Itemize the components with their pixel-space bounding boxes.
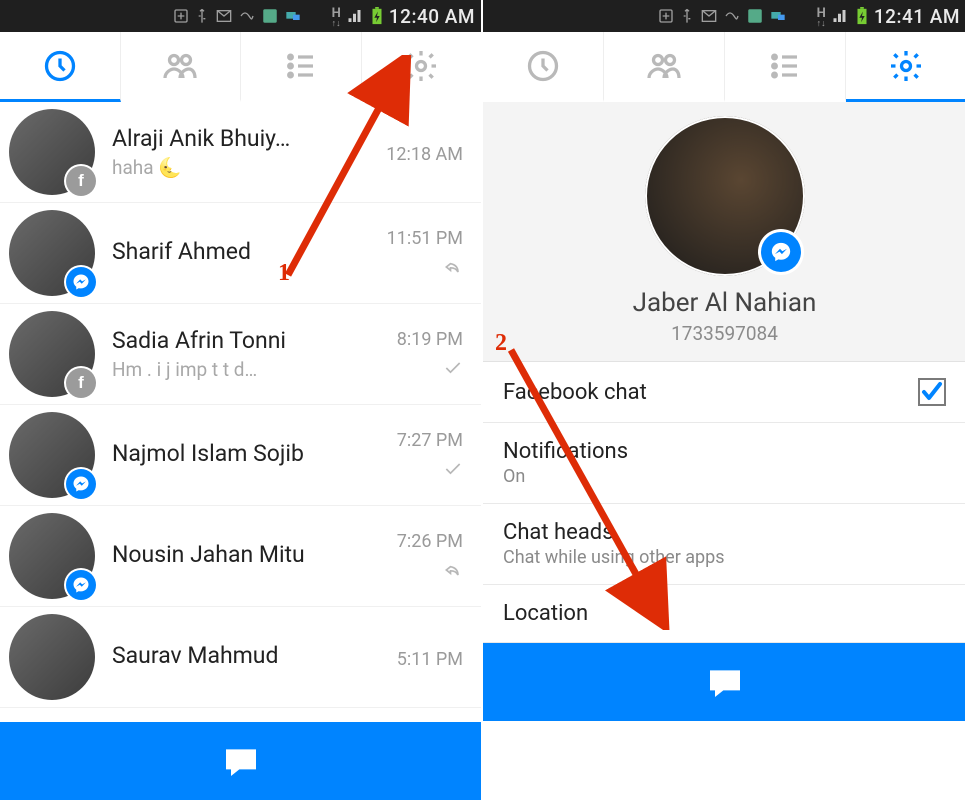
tab-recent[interactable] bbox=[483, 32, 604, 102]
timestamp: 11:51 PM bbox=[387, 228, 463, 249]
status-time: 12:40 AM bbox=[389, 5, 475, 28]
timestamp: 12:18 AM bbox=[386, 144, 463, 165]
tab-settings[interactable] bbox=[362, 32, 482, 102]
avatar: f bbox=[2, 304, 102, 404]
conversation-row[interactable]: f Alraji Anik Bhuiy… haha 🌜 12:18 AM bbox=[0, 102, 481, 203]
contact-name: Sharif Ahmed bbox=[112, 238, 369, 265]
setting-row[interactable]: NotificationsOn bbox=[483, 423, 965, 504]
sync-icon bbox=[284, 8, 302, 24]
settings-list: Facebook chatNotificationsOnChat headsCh… bbox=[483, 362, 965, 643]
compose-button[interactable] bbox=[483, 643, 965, 721]
tab-people[interactable] bbox=[604, 32, 725, 102]
conversation-row[interactable]: f Sadia Afrin Tonni Hm . i j imp t t d… 8:1… bbox=[0, 304, 481, 405]
app-icon bbox=[746, 7, 764, 25]
battery-charging-icon bbox=[371, 7, 383, 25]
contact-name: Alraji Anik Bhuiy… bbox=[112, 125, 369, 152]
profile-header: Jaber Al Nahian 1733597084 bbox=[483, 102, 965, 362]
setting-title: Facebook chat bbox=[503, 380, 647, 405]
profile-panel: Jaber Al Nahian 1733597084 Facebook chat… bbox=[483, 102, 965, 643]
contact-name: Saurav Mahmud bbox=[112, 642, 369, 669]
message-snippet: haha 🌜 bbox=[112, 156, 369, 179]
avatar bbox=[2, 203, 102, 303]
conversation-list: f Alraji Anik Bhuiy… haha 🌜 12:18 AM Sharif … bbox=[0, 102, 481, 722]
timestamp: 7:27 PM bbox=[397, 430, 463, 451]
conversation-row[interactable]: Najmol Islam Sojib 7:27 PM bbox=[0, 405, 481, 506]
tab-recent[interactable] bbox=[0, 32, 121, 102]
conversation-row[interactable]: Sharif Ahmed 11:51 PM bbox=[0, 203, 481, 304]
tab-settings[interactable] bbox=[846, 32, 965, 102]
compose-button[interactable] bbox=[0, 722, 481, 800]
check-icon bbox=[443, 459, 463, 484]
profile-name: Jaber Al Nahian bbox=[483, 288, 965, 318]
status-time: 12:41 AM bbox=[874, 5, 960, 28]
phone-left: H↑↓ 12:40 AM f Alraji Anik Bhuiy… haha 🌜 12… bbox=[0, 0, 483, 800]
facebook-badge-icon: f bbox=[66, 368, 96, 398]
timestamp: 8:19 PM bbox=[397, 329, 463, 350]
messenger-badge-icon bbox=[761, 232, 801, 272]
conversation-row[interactable]: Nousin Jahan Mitu 7:26 PM bbox=[0, 506, 481, 607]
sync-icon bbox=[769, 8, 787, 24]
signal-icon bbox=[831, 7, 851, 25]
contact-name: Nousin Jahan Mitu bbox=[112, 541, 369, 568]
gmail-icon bbox=[700, 8, 718, 24]
status-bar: H↑↓ 12:41 AM bbox=[483, 0, 965, 32]
setting-subtitle: On bbox=[503, 466, 628, 487]
top-tabs bbox=[483, 32, 965, 102]
setting-row[interactable]: Chat headsChat while using other apps bbox=[483, 504, 965, 585]
top-tabs bbox=[0, 32, 481, 102]
profile-avatar[interactable] bbox=[645, 116, 805, 276]
message-snippet: Hm . i j imp t t d… bbox=[112, 358, 369, 381]
conversation-row[interactable]: Saurav Mahmud 5:11 PM bbox=[0, 607, 481, 708]
messenger-badge-icon bbox=[66, 469, 96, 499]
contact-name: Sadia Afrin Tonni bbox=[112, 327, 369, 354]
messenger-badge-icon bbox=[66, 267, 96, 297]
setting-title: Notifications bbox=[503, 439, 628, 464]
messenger-badge-icon bbox=[66, 570, 96, 600]
signal-icon bbox=[346, 7, 366, 25]
data-icon: H↑↓ bbox=[332, 6, 341, 27]
app-icon bbox=[261, 7, 279, 25]
avatar bbox=[2, 607, 102, 707]
checkbox-checked[interactable] bbox=[918, 378, 946, 406]
status-icons: H↑↓ bbox=[173, 6, 383, 27]
tab-people[interactable] bbox=[121, 32, 242, 102]
gmail-icon bbox=[215, 8, 233, 24]
timestamp: 7:26 PM bbox=[397, 531, 463, 552]
status-icons: H↑↓ bbox=[658, 6, 868, 27]
data-icon: H↑↓ bbox=[817, 6, 826, 27]
avatar: f bbox=[2, 102, 102, 202]
battery-charging-icon bbox=[856, 7, 868, 25]
setting-row[interactable]: Facebook chat bbox=[483, 362, 965, 423]
setting-row[interactable]: Location bbox=[483, 585, 965, 643]
check-icon bbox=[443, 358, 463, 383]
contact-name: Najmol Islam Sojib bbox=[112, 440, 369, 467]
tab-list[interactable] bbox=[725, 32, 846, 102]
reply-icon bbox=[443, 560, 463, 585]
profile-sub: 1733597084 bbox=[483, 322, 965, 345]
setting-title: Chat heads bbox=[503, 520, 725, 545]
avatar bbox=[2, 405, 102, 505]
status-bar: H↑↓ 12:40 AM bbox=[0, 0, 481, 32]
phone-right: H↑↓ 12:41 AM Jaber Al Nahian 1733597084 … bbox=[483, 0, 965, 800]
share-icon bbox=[658, 8, 674, 24]
reply-icon bbox=[443, 257, 463, 282]
swiftkey-icon bbox=[238, 8, 256, 24]
usb-icon bbox=[194, 8, 210, 24]
facebook-badge-icon: f bbox=[66, 166, 96, 196]
timestamp: 5:11 PM bbox=[397, 649, 463, 670]
setting-subtitle: Chat while using other apps bbox=[503, 547, 725, 568]
share-icon bbox=[173, 8, 189, 24]
usb-icon bbox=[679, 8, 695, 24]
setting-title: Location bbox=[503, 601, 588, 626]
tab-list[interactable] bbox=[241, 32, 362, 102]
avatar bbox=[2, 506, 102, 606]
swiftkey-icon bbox=[723, 8, 741, 24]
